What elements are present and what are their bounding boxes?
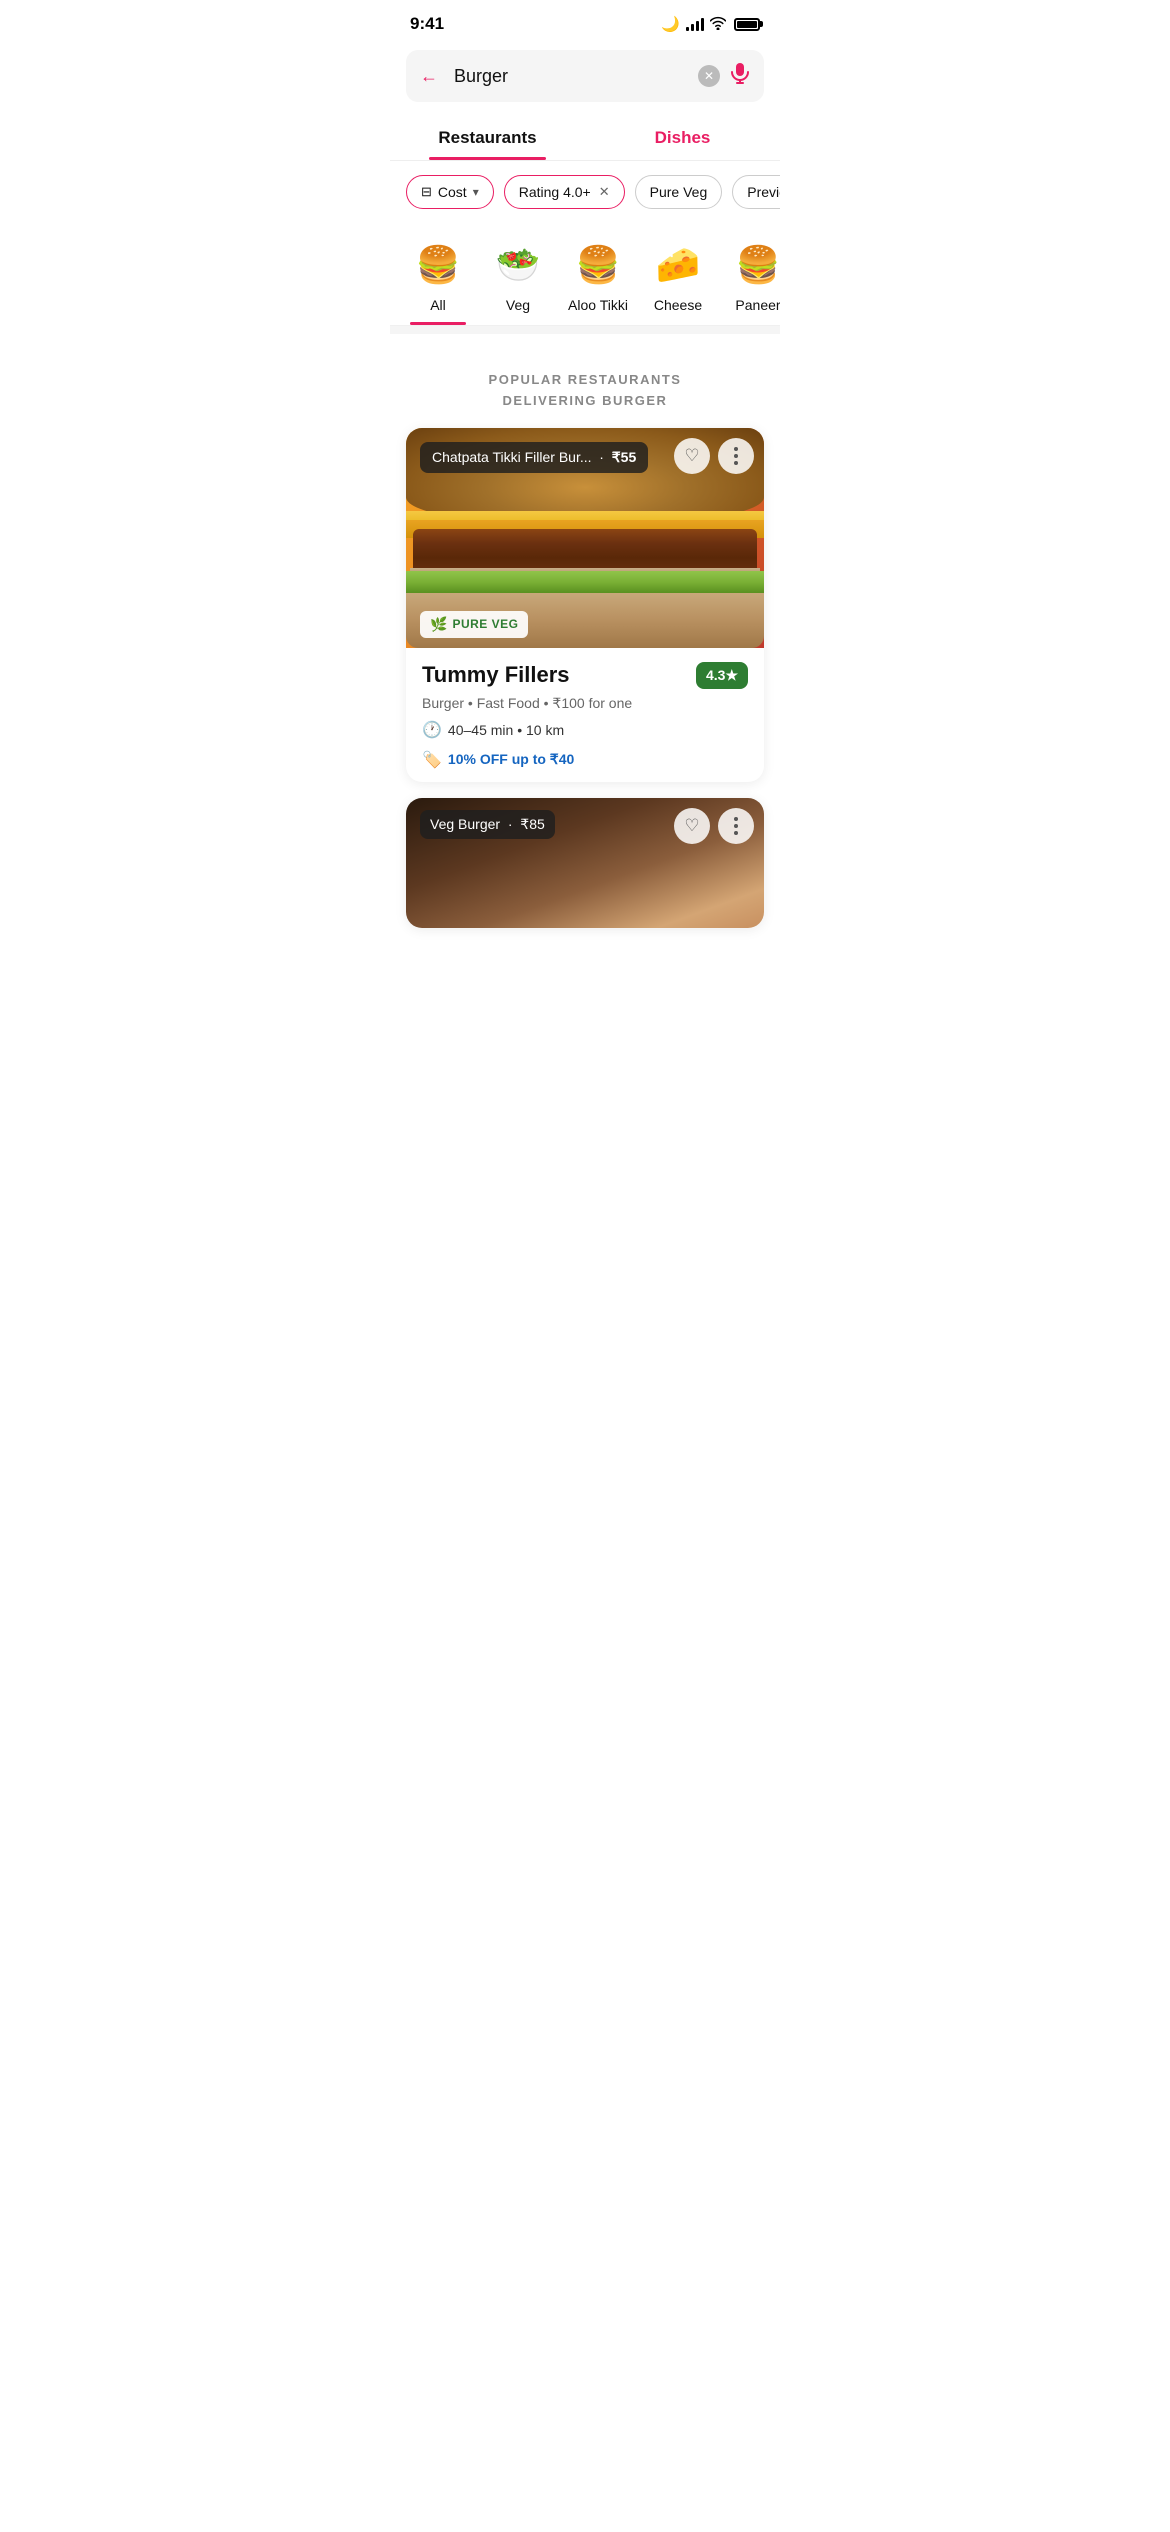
signal-bar-1 — [686, 27, 689, 31]
card-top-row: Tummy Fillers 4.3★ — [422, 662, 748, 689]
wishlist-button-2[interactable]: ♡ — [674, 808, 710, 844]
heart-icon: ♡ — [684, 446, 699, 466]
more-options-button-2[interactable] — [718, 808, 754, 844]
wishlist-button[interactable]: ♡ — [674, 438, 710, 474]
popular-restaurants-header: POPULAR RESTAURANTSDELIVERING BURGER — [390, 342, 780, 428]
tabs-container: Restaurants Dishes — [390, 114, 780, 161]
restaurant-name: Tummy Fillers — [422, 662, 570, 688]
cuisine-info: Burger • Fast Food • ₹100 for one — [422, 695, 748, 712]
delivery-info: 🕐 40–45 min • 10 km — [422, 720, 748, 740]
offer-icon: 🏷️ — [422, 750, 442, 770]
pure-veg-badge: 🌿 PURE VEG — [420, 611, 528, 638]
signal-bar-4 — [701, 18, 704, 31]
card-2-actions: ♡ — [674, 808, 754, 844]
category-veg[interactable]: 🥗 Veg — [478, 231, 558, 325]
category-aloo-tikki[interactable]: 🍔 Aloo Tikki — [558, 231, 638, 325]
dot-2 — [734, 454, 738, 458]
status-icons: 🌙 — [661, 15, 760, 33]
dot-5 — [734, 824, 738, 828]
signal-bar-2 — [691, 24, 694, 31]
card-preview-image: Veg Burger · ₹85 ♡ — [406, 798, 764, 928]
card-image: Chatpata Tikki Filler Bur... · ₹55 ♡ 🌿 P… — [406, 428, 764, 648]
signal-bars-icon — [686, 17, 704, 31]
clear-button[interactable]: ✕ — [698, 65, 720, 87]
tab-dishes[interactable]: Dishes — [585, 114, 780, 160]
tab-restaurants[interactable]: Restaurants — [390, 114, 585, 160]
category-cheese[interactable]: 🧀 Cheese — [638, 231, 718, 325]
search-bar[interactable]: ← ✕ — [406, 50, 764, 102]
card-actions: ♡ — [674, 438, 754, 474]
category-all[interactable]: 🍔 All — [398, 231, 478, 325]
clock-icon: 🕐 — [422, 720, 442, 740]
battery-fill — [737, 21, 757, 28]
category-veg-image: 🥗 — [486, 239, 550, 291]
category-cheese-image: 🧀 — [646, 239, 710, 291]
dot-6 — [734, 831, 738, 835]
offer-row: 🏷️ 10% OFF up to ₹40 — [422, 750, 748, 770]
restaurant-card-tummy-fillers[interactable]: Chatpata Tikki Filler Bur... · ₹55 ♡ 🌿 P… — [406, 428, 764, 782]
preview-dish-label: Veg Burger · ₹85 — [420, 810, 555, 839]
veggie-layer — [406, 571, 764, 593]
status-bar: 9:41 🌙 — [390, 0, 780, 42]
restaurant-card-2-preview[interactable]: Veg Burger · ₹85 ♡ — [406, 798, 764, 928]
restaurant-card-info: Tummy Fillers 4.3★ Burger • Fast Food • … — [406, 648, 764, 782]
dish-name-label: Chatpata Tikki Filler Bur... · ₹55 — [420, 442, 648, 473]
category-all-image: 🍔 — [406, 239, 470, 291]
filter-previously-ordered[interactable]: Previously O... — [732, 175, 780, 209]
filter-rating[interactable]: Rating 4.0+ ✕ — [504, 175, 625, 209]
signal-bar-3 — [696, 21, 699, 31]
dot-3 — [734, 461, 738, 465]
dot-4 — [734, 817, 738, 821]
wifi-icon — [710, 16, 726, 33]
dot-1 — [734, 447, 738, 451]
search-input[interactable] — [454, 66, 688, 87]
rating-close-icon[interactable]: ✕ — [599, 184, 610, 200]
section-divider — [390, 326, 780, 334]
category-paneer[interactable]: 🍔 Paneer — [718, 231, 780, 325]
back-button[interactable]: ← — [420, 64, 444, 89]
category-aloo-tikki-image: 🍔 — [566, 239, 630, 291]
filter-icon: ⊟ — [421, 184, 432, 200]
moon-icon: 🌙 — [661, 15, 680, 33]
microphone-button[interactable] — [730, 62, 750, 90]
status-time: 9:41 — [410, 14, 444, 34]
filter-pure-veg[interactable]: Pure Veg — [635, 175, 723, 209]
categories-row: 🍔 All 🥗 Veg 🍔 Aloo Tikki 🧀 Cheese 🍔 Pane… — [390, 223, 780, 326]
leaf-icon: 🌿 — [430, 616, 447, 633]
clear-icon: ✕ — [704, 69, 714, 83]
heart-icon-2: ♡ — [684, 816, 699, 836]
battery-icon — [734, 18, 760, 31]
filters-row: ⊟ Cost ▾ Rating 4.0+ ✕ Pure Veg Previous… — [390, 161, 780, 223]
cost-chevron-icon: ▾ — [473, 185, 479, 199]
filter-cost[interactable]: ⊟ Cost ▾ — [406, 175, 494, 209]
rating-badge: 4.3★ — [696, 662, 748, 689]
more-options-button[interactable] — [718, 438, 754, 474]
section-title: POPULAR RESTAURANTSDELIVERING BURGER — [406, 370, 764, 412]
category-paneer-image: 🍔 — [726, 239, 780, 291]
